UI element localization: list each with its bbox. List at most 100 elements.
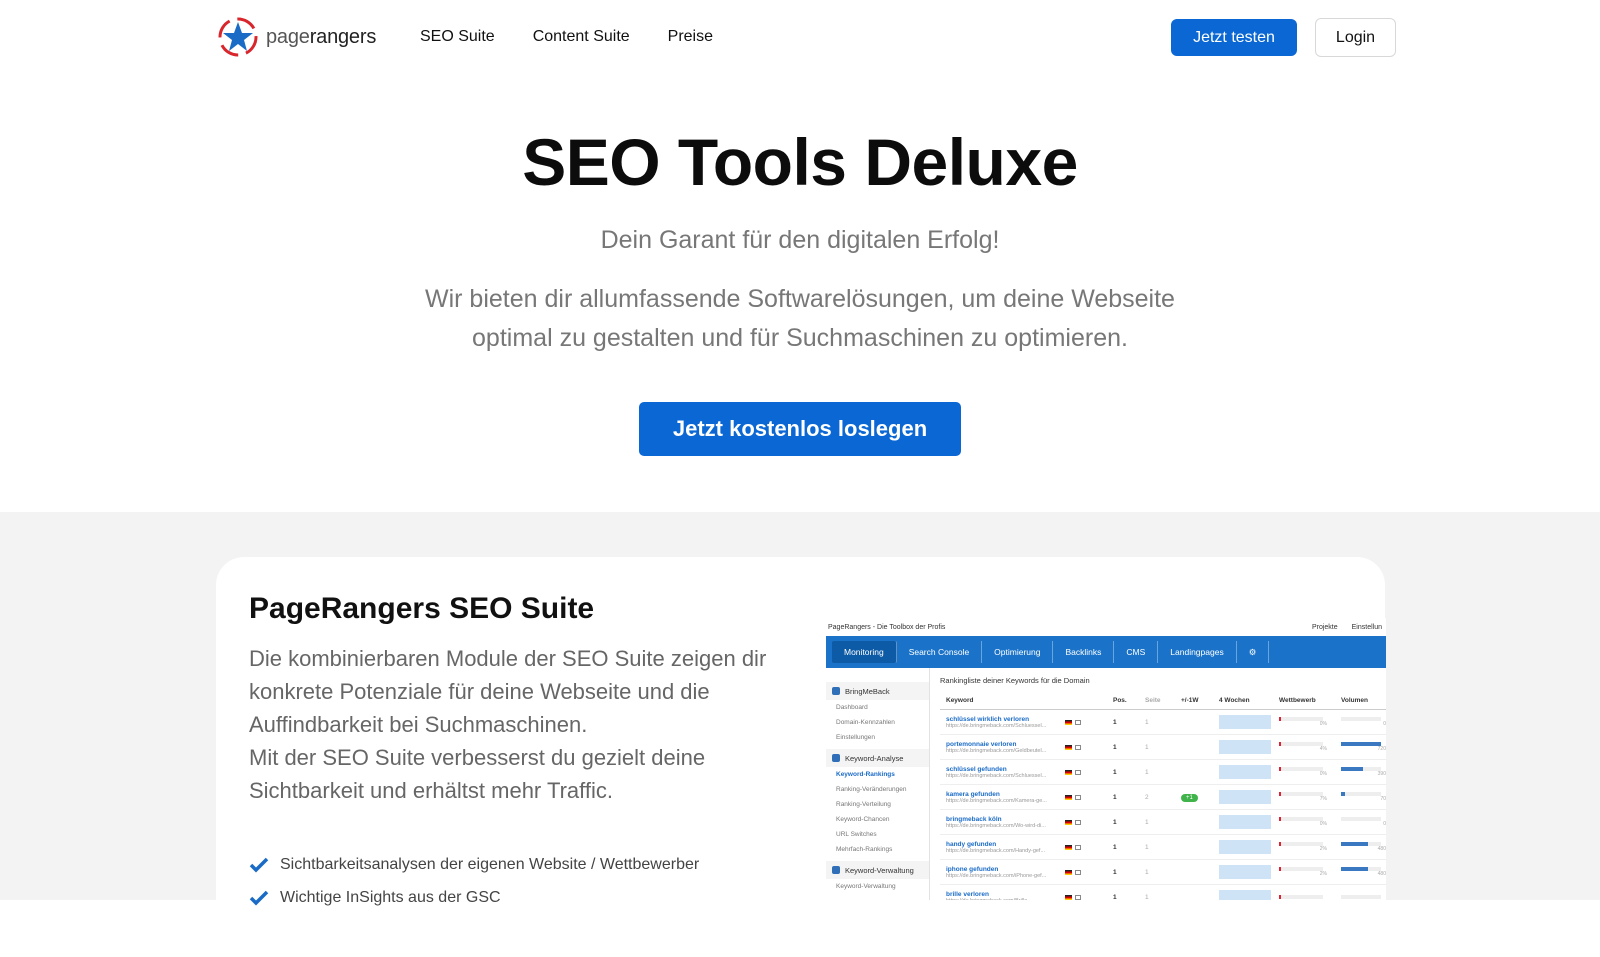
flags-cell [1065,844,1113,850]
hero-subtitle: Dein Garant für den digitalen Erfolg! [600,226,1000,254]
menu-item-seo-suite[interactable]: SEO Suite [420,28,495,46]
table-header: Keyword Pos. Seite +/-1W 4 Wochen Wettbe… [940,692,1386,710]
trend-sparkline [1219,765,1271,779]
volume-cell: 480 [1341,842,1386,852]
sidebar-group: Keyword-Analyse [826,749,929,767]
col-keyword: Keyword [946,697,974,704]
trend-cell [1219,790,1279,804]
keyword-cell: portemonnaie verloren https://de.bringmeb… [940,741,1065,754]
trend-cell [1219,740,1279,754]
device-icon [1075,844,1081,850]
volume-cell: 0 [1341,817,1386,827]
keyword-text: iphone gefunden [946,865,999,873]
projects-link: Projekte [1311,623,1338,631]
competition-cell: 0% [1279,767,1341,777]
seo-suite-title: PageRangers SEO Suite [249,592,595,625]
menu-item-preise[interactable]: Preise [668,28,713,46]
position-cell: 1 [1113,768,1117,776]
change-badge: +1 [1181,793,1198,802]
keyword-cell: brille verlorenhttps://de.bringmeback.co… [940,891,1065,901]
keyword-cell: schlüssel gefunden https://de.bringmeback… [940,766,1065,779]
hero-title: SEO Tools Deluxe [522,125,1078,199]
col-volume: Volumen [1341,697,1368,704]
checklist-item: Sichtbarkeitsanalysen der eigenen Websit… [249,848,699,881]
competition-bar [1279,767,1323,771]
menu-item-content-suite[interactable]: Content Suite [533,28,630,46]
page-cell: 1 [1145,893,1149,901]
volume-cell [1341,895,1386,899]
competition-cell: 0% [1279,817,1341,827]
page-cell: 1 [1145,768,1149,776]
login-button[interactable]: Login [1315,18,1396,57]
trend-sparkline [1219,715,1271,729]
volume-cell: 480 [1341,867,1386,877]
sidebar-group: BringMeBack [826,682,929,700]
volume-value: 480 [1377,846,1386,852]
sidebar-group-label: BringMeBack [845,686,890,696]
keyword-cell: bringmeback köln https://de.bringmeback.c… [940,816,1065,829]
competition-value: 0% [1319,821,1327,827]
gear-icon: ⚙ [1237,641,1270,663]
competition-bar [1279,817,1323,821]
keyword-text: brille verloren [946,890,989,898]
page-cell: 1 [1145,843,1149,851]
volume-bar [1341,867,1381,871]
competition-cell: 7% [1279,792,1341,802]
sidebar-group-label: Keyword-Analyse [845,753,904,763]
app-tabbar: Monitoring Search Console Optimierung Ba… [826,636,1386,668]
competition-value: 0% [1319,771,1327,777]
trend-sparkline [1219,840,1271,854]
de-flag-icon [1065,719,1072,725]
sidebar-item: Mehrfach-Rankings [836,846,893,853]
start-free-button[interactable]: Jetzt kostenlos loslegen [639,402,961,456]
keyword-text: handy gefunden [946,840,997,848]
table-row: schlüssel wirklich verloren https://de.br… [940,710,1386,735]
flags-cell [1065,819,1113,825]
keyword-cell: handy gefunden https://de.bringmeback.com… [940,841,1065,854]
keyword-cell: kamera gefunden https://de.bringmeback.co… [940,791,1065,804]
competition-bar [1279,895,1323,899]
position-cell: 1 [1113,718,1117,726]
sidebar-group: Keyword-Verwaltung [826,861,929,879]
competition-bar [1279,792,1323,796]
competition-value: 7% [1319,796,1327,802]
seo-suite-description: Die kombinierbaren Module der SEO Suite … [249,642,769,807]
flags-cell [1065,894,1113,900]
sidebar-group-label: Keyword-Verwaltung [845,865,914,875]
trend-cell [1219,840,1279,854]
sidebar-item: URL Switches [836,831,877,838]
competition-bar [1279,717,1323,721]
de-flag-icon [1065,744,1072,750]
top-navigation: pagerangers SEO Suite Content Suite Prei… [0,0,1600,76]
project-icon [832,687,840,695]
sidebar-item: Ranking-Veränderungen [836,786,907,793]
de-flag-icon [1065,769,1072,775]
competition-cell: 2% [1279,867,1341,877]
table-row: brille verlorenhttps://de.bringmeback.co… [940,885,1386,900]
volume-value: 70 [1380,796,1386,802]
volume-bar [1341,842,1381,846]
keyword-analysis-icon [832,754,840,762]
table-row: iphone gefunden https://de.bringmeback.co… [940,860,1386,885]
de-flag-icon [1065,819,1072,825]
table-row: portemonnaie verloren https://de.bringmeb… [940,735,1386,760]
col-4weeks: 4 Wochen [1219,697,1250,704]
keyword-text: schlüssel gefunden [946,765,1007,773]
volume-cell: 0 [1341,717,1386,727]
volume-value: 0 [1383,721,1386,727]
sidebar-item: Keyword-Rankings [836,771,895,778]
volume-bar [1341,717,1381,721]
try-now-button[interactable]: Jetzt testen [1171,19,1297,56]
sidebar-item: Domain-Kennzahlen [836,719,895,726]
keyword-url: https://de.bringmeback.com/iPhone-gef... [946,872,1047,879]
competition-value: 0% [1319,721,1327,727]
logo[interactable]: pagerangers [218,17,376,57]
table-caption: Rankingliste deiner Keywords für die Dom… [940,676,1090,685]
flags-cell [1065,769,1113,775]
trend-sparkline [1219,790,1271,804]
app-tab: Search Console [897,641,983,663]
settings-link: Einstellun [1351,623,1382,631]
app-body: BringMeBack Dashboard Domain-Kennzahlen … [826,668,1386,900]
page-cell: 1 [1145,818,1149,826]
keyword-cell: iphone gefunden https://de.bringmeback.co… [940,866,1065,879]
